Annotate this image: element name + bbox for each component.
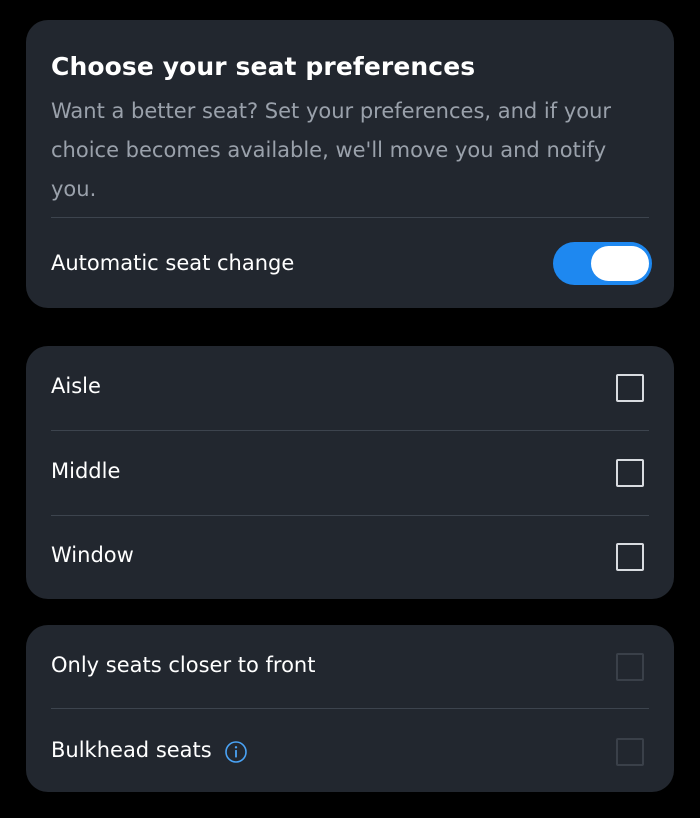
preferences-description: Want a better seat? Set your preferences… <box>51 99 612 201</box>
seat-type-card: Aisle Middle Window <box>26 346 674 599</box>
closer-to-front-label: Only seats closer to front <box>51 653 316 677</box>
automatic-seat-change-label: Automatic seat change <box>51 251 295 275</box>
divider <box>51 217 649 218</box>
page-title: Choose your seat preferences <box>51 52 476 81</box>
seat-preferences-card: Choose your seat preferences Want a bett… <box>26 20 674 308</box>
divider <box>51 708 649 709</box>
divider <box>51 430 649 431</box>
seat-extras-card: Only seats closer to front Bulkhead seat… <box>26 625 674 792</box>
info-icon[interactable] <box>224 740 248 764</box>
middle-checkbox[interactable] <box>616 459 644 487</box>
bulkhead-seats-label: Bulkhead seats <box>51 738 212 762</box>
closer-to-front-checkbox[interactable] <box>616 653 644 681</box>
aisle-checkbox[interactable] <box>616 374 644 402</box>
divider <box>51 515 649 516</box>
seat-option-aisle-label: Aisle <box>51 374 101 398</box>
seat-option-middle-label: Middle <box>51 459 121 483</box>
seat-option-window-label: Window <box>51 543 134 567</box>
toggle-knob <box>591 246 649 281</box>
bulkhead-seats-checkbox[interactable] <box>616 738 644 766</box>
automatic-seat-change-toggle[interactable] <box>553 242 652 285</box>
window-checkbox[interactable] <box>616 543 644 571</box>
